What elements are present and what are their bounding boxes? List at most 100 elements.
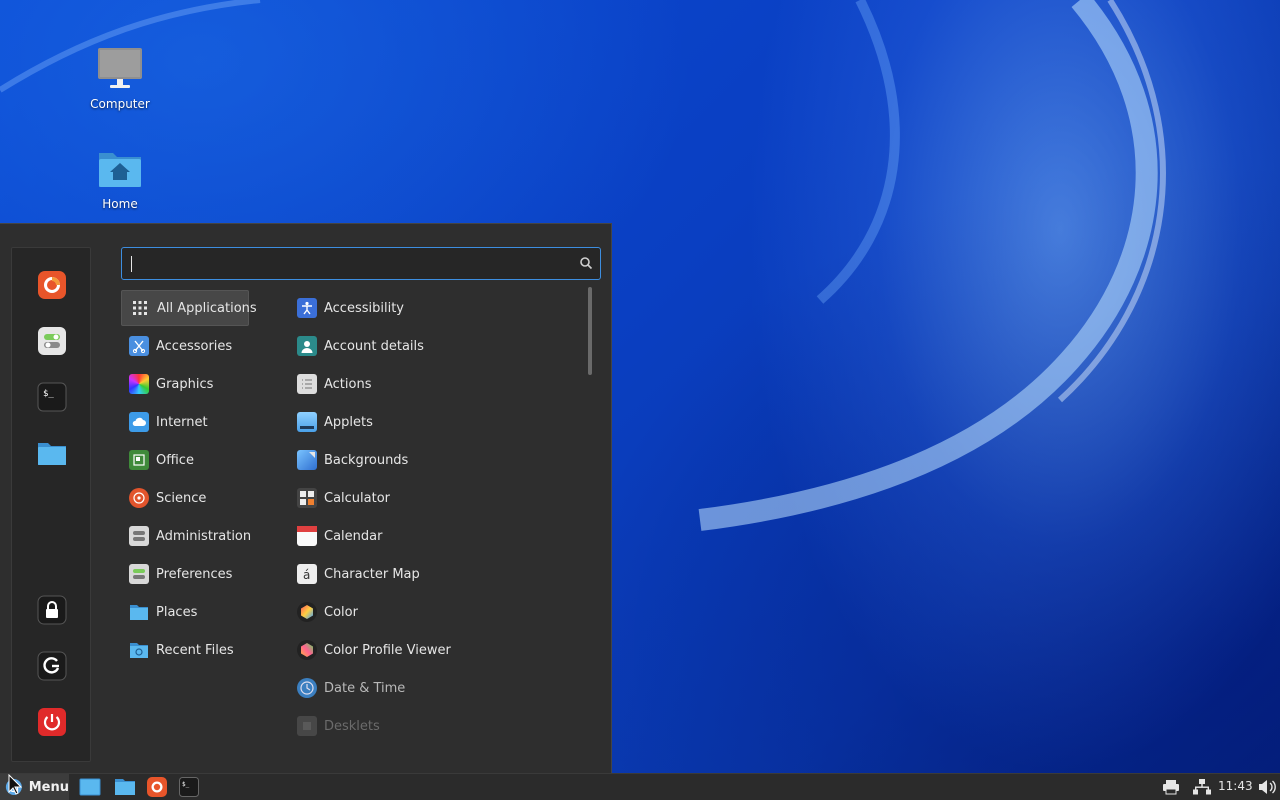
show-desktop-icon	[79, 778, 101, 796]
firefox-icon	[147, 777, 167, 797]
taskbar-terminal[interactable]: $_	[178, 777, 200, 797]
folder-icon	[38, 443, 66, 465]
menu-sidebar: $_	[11, 247, 91, 762]
volume-icon	[1259, 780, 1276, 794]
lock-icon	[37, 595, 67, 625]
actions-icon	[297, 374, 317, 394]
terminal-icon: $_	[179, 777, 199, 797]
atom-icon	[129, 488, 149, 508]
category-accessories[interactable]: Accessories	[121, 328, 249, 364]
category-internet[interactable]: Internet	[121, 404, 249, 440]
folder-icon	[129, 602, 149, 622]
app-calendar[interactable]: Calendar	[289, 518, 579, 554]
taskbar: Menu $_ 11:43	[0, 773, 1280, 800]
admin-icon	[129, 526, 149, 546]
accessibility-icon	[297, 298, 317, 318]
category-label: Recent Files	[156, 642, 234, 658]
app-backgrounds[interactable]: Backgrounds	[289, 442, 579, 478]
search-input[interactable]	[130, 253, 570, 274]
app-date-time[interactable]: Date & Time	[289, 670, 579, 706]
favorite-terminal[interactable]: $_	[36, 381, 68, 413]
menu-search-box[interactable]	[121, 247, 601, 280]
grid-icon	[130, 298, 150, 318]
category-graphics[interactable]: Graphics	[121, 366, 249, 402]
computer-icon	[96, 45, 144, 93]
taskbar-show-desktop[interactable]	[79, 777, 101, 797]
charmap-icon: á	[297, 564, 317, 584]
category-label: Office	[156, 452, 194, 468]
category-all-applications[interactable]: All Applications	[121, 290, 257, 326]
category-list: All Applications Accessories Graphics In…	[121, 290, 289, 670]
graphics-icon	[129, 374, 149, 394]
desktop-icon-computer[interactable]: Computer	[75, 45, 165, 111]
desklets-icon	[297, 716, 317, 736]
app-applets[interactable]: Applets	[289, 404, 579, 440]
category-preferences[interactable]: Preferences	[121, 556, 249, 592]
favorite-firefox[interactable]	[36, 269, 68, 301]
printer-icon	[1163, 780, 1179, 795]
category-label: All Applications	[157, 300, 257, 316]
category-places[interactable]: Places	[121, 594, 249, 630]
app-label: Accessibility	[324, 300, 404, 316]
text-caret	[131, 256, 132, 272]
app-color[interactable]: Color	[289, 594, 579, 630]
session-lock-button[interactable]	[36, 594, 68, 626]
firefox-icon	[38, 271, 66, 299]
session-logout-button[interactable]	[36, 650, 68, 682]
favorite-files[interactable]	[36, 437, 68, 469]
category-label: Science	[156, 490, 207, 506]
folder-icon	[115, 779, 135, 795]
taskbar-firefox[interactable]	[146, 777, 168, 797]
cloud-icon	[129, 412, 149, 432]
app-account-details[interactable]: Account details	[289, 328, 579, 364]
desktop-icon-home[interactable]: Home	[75, 145, 165, 211]
color-icon	[297, 602, 317, 622]
category-science[interactable]: Science	[121, 480, 249, 516]
app-label: Date & Time	[324, 680, 406, 696]
app-desklets[interactable]: Desklets	[289, 708, 579, 744]
category-label: Administration	[156, 528, 252, 544]
menu-button-label: Menu	[28, 779, 69, 795]
app-label: Backgrounds	[324, 452, 409, 468]
category-label: Places	[156, 604, 198, 620]
category-label: Preferences	[156, 566, 233, 582]
app-calculator[interactable]: Calculator	[289, 480, 579, 516]
app-label: Color Profile Viewer	[324, 642, 451, 658]
taskbar-files[interactable]	[114, 777, 136, 797]
color-profile-icon	[297, 640, 317, 660]
app-actions[interactable]: Actions	[289, 366, 579, 402]
session-quit-button[interactable]	[36, 706, 68, 738]
home-folder-icon	[96, 145, 144, 193]
app-color-profile-viewer[interactable]: Color Profile Viewer	[289, 632, 579, 668]
tray-volume[interactable]	[1257, 777, 1277, 797]
mouse-cursor	[8, 774, 22, 795]
tray-network[interactable]	[1192, 777, 1212, 797]
app-label: Actions	[324, 376, 372, 392]
app-list-scrollbar[interactable]	[588, 287, 592, 375]
category-label: Internet	[156, 414, 208, 430]
tray-printer[interactable]	[1161, 777, 1181, 797]
svg-text:$_: $_	[43, 389, 54, 399]
preferences-icon	[129, 564, 149, 584]
app-character-map[interactable]: á Character Map	[289, 556, 579, 592]
category-recent-files[interactable]: Recent Files	[121, 632, 249, 668]
favorite-settings[interactable]	[36, 325, 68, 357]
app-label: Calculator	[324, 490, 391, 506]
app-accessibility[interactable]: Accessibility	[289, 290, 579, 326]
category-office[interactable]: Office	[121, 442, 249, 478]
recent-folder-icon	[129, 640, 149, 660]
app-label: Color	[324, 604, 358, 620]
terminal-icon: $_	[37, 382, 67, 412]
clock[interactable]: 11:43	[1218, 779, 1253, 793]
desktop-icon-label: Computer	[90, 97, 150, 111]
network-icon	[1193, 779, 1211, 795]
settings-toggle-icon	[38, 327, 66, 355]
clock-icon	[297, 678, 317, 698]
app-label: Account details	[324, 338, 424, 354]
desktop-icon-label: Home	[102, 197, 138, 211]
app-label: Calendar	[324, 528, 383, 544]
application-list: Accessibility Account details Actions Ap…	[289, 290, 579, 746]
search-icon	[580, 257, 593, 270]
category-administration[interactable]: Administration	[121, 518, 252, 554]
category-label: Graphics	[156, 376, 214, 392]
